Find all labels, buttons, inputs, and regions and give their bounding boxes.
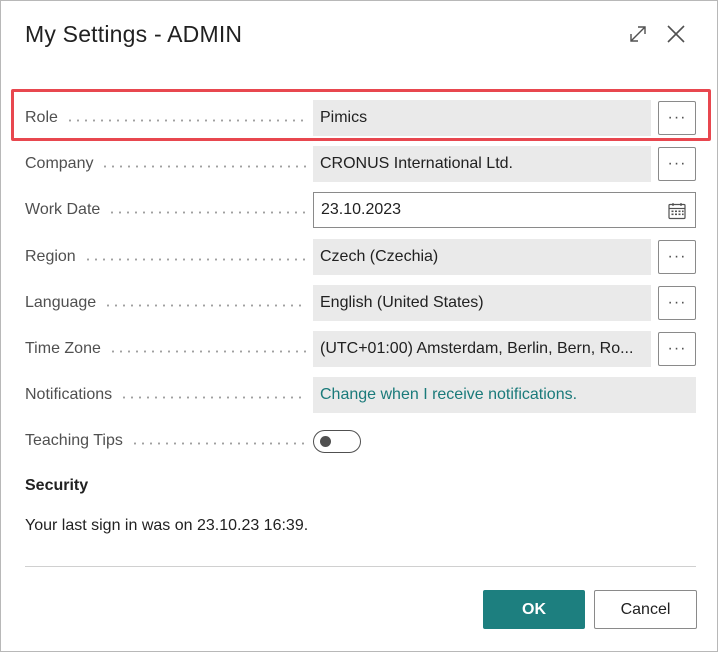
field-row-time-zone: Time Zone (UTC+01:00) Amsterdam, Berlin,… — [1, 329, 718, 369]
security-heading: Security — [25, 477, 89, 494]
ok-button[interactable]: OK — [483, 590, 585, 629]
expand-icon[interactable] — [623, 19, 653, 49]
field-row-language: Language English (United States) ··· — [1, 283, 718, 323]
work-date-value: 23.10.2023 — [321, 201, 402, 218]
language-assist-button[interactable]: ··· — [658, 286, 696, 320]
notifications-link[interactable]: Change when I receive notifications. — [313, 377, 696, 413]
company-field[interactable]: CRONUS International Ltd. — [313, 146, 651, 182]
leader-dots — [104, 303, 307, 307]
role-highlight-box — [11, 89, 711, 141]
leader-dots — [101, 164, 307, 168]
toggle-knob — [320, 436, 331, 447]
close-icon[interactable] — [661, 19, 691, 49]
region-assist-button[interactable]: ··· — [658, 240, 696, 274]
leader-dots — [108, 210, 307, 214]
work-date-input[interactable]: 23.10.2023 — [313, 192, 696, 228]
language-field[interactable]: English (United States) — [313, 285, 651, 321]
calendar-icon[interactable] — [667, 201, 687, 221]
region-field[interactable]: Czech (Czechia) — [313, 239, 651, 275]
company-label: Company — [25, 155, 94, 172]
last-sign-in-text: Your last sign in was on 23.10.23 16:39. — [25, 517, 309, 534]
field-row-region: Region Czech (Czechia) ··· — [1, 237, 718, 277]
field-row-work-date: Work Date 23.10.2023 — [1, 190, 718, 230]
teaching-tips-label: Teaching Tips — [25, 432, 123, 449]
my-settings-dialog: My Settings - ADMIN Role Pimics ··· Comp… — [0, 0, 718, 652]
dialog-title: My Settings - ADMIN — [25, 21, 243, 47]
field-row-teaching-tips: Teaching Tips — [1, 421, 718, 461]
field-row-notifications: Notifications Change when I receive noti… — [1, 375, 718, 415]
time-zone-assist-button[interactable]: ··· — [658, 332, 696, 366]
field-row-company: Company CRONUS International Ltd. ··· — [1, 144, 718, 184]
leader-dots — [108, 349, 307, 353]
footer-divider — [25, 566, 696, 567]
language-label: Language — [25, 294, 97, 311]
time-zone-label: Time Zone — [25, 340, 101, 357]
notifications-label: Notifications — [25, 386, 113, 403]
cancel-button[interactable]: Cancel — [594, 590, 697, 629]
leader-dots — [83, 257, 307, 261]
work-date-label: Work Date — [25, 201, 101, 218]
region-label: Region — [25, 248, 76, 265]
company-assist-button[interactable]: ··· — [658, 147, 696, 181]
leader-dots — [130, 441, 307, 445]
teaching-tips-toggle[interactable] — [313, 430, 361, 453]
time-zone-field[interactable]: (UTC+01:00) Amsterdam, Berlin, Bern, Ro.… — [313, 331, 651, 367]
leader-dots — [120, 395, 307, 399]
